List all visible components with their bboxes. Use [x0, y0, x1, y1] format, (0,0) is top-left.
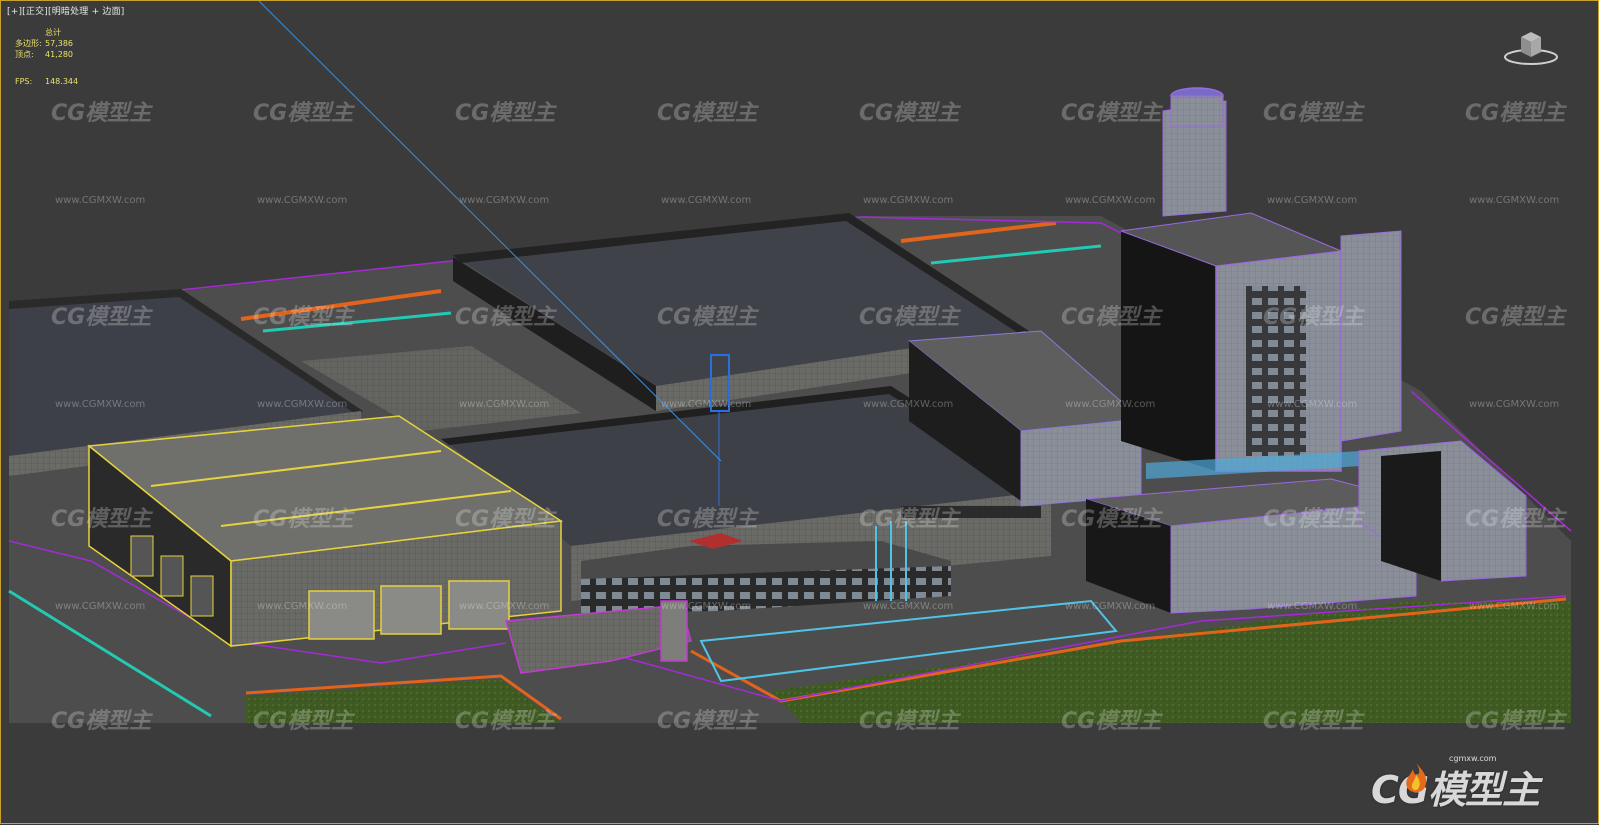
tower-main-side	[1121, 231, 1216, 471]
perspective-viewport[interactable]: CG模型主 CG模型主 CG模型主 CG模型主 CG模型主 CG模型主 CG模型…	[0, 0, 1599, 824]
watermark-logo: CG模型主	[1465, 507, 1566, 532]
watermark-logo: CG模型主	[1263, 305, 1364, 330]
tower-cap-body	[1170, 95, 1224, 127]
watermark-url: www.CGMXW.com	[661, 399, 752, 410]
watermark-logo: CG模型主	[51, 709, 152, 734]
watermark-logo: CG模型主	[455, 507, 556, 532]
watermark-url: www.CGMXW.com	[863, 601, 954, 612]
watermark-url: www.CGMXW.com	[459, 195, 550, 206]
watermark-url: www.CGMXW.com	[1065, 601, 1156, 612]
watermark-logo: CG模型主	[657, 305, 758, 330]
viewcube-icon[interactable]	[1503, 27, 1559, 67]
verts-value: 41,280	[45, 50, 73, 59]
watermark-url: www.CGMXW.com	[1065, 399, 1156, 410]
garage-door-1	[308, 590, 375, 640]
watermark-logo: CG模型主	[1061, 507, 1162, 532]
watermark-url: www.CGMXW.com	[1267, 601, 1358, 612]
watermark-logo: CG模型主	[253, 305, 354, 330]
watermark-url: www.CGMXW.com	[1267, 195, 1358, 206]
watermark-url: www.CGMXW.com	[257, 399, 348, 410]
garage-side-door-2	[160, 555, 184, 597]
watermark-logo: CG模型主	[1465, 101, 1566, 126]
brand-logo: cgmxw.com CG模型主	[1371, 749, 1571, 812]
watermark-logo: CG模型主	[859, 709, 960, 734]
watermark-logo: CG模型主	[1061, 709, 1162, 734]
watermark-logo: CG模型主	[1061, 305, 1162, 330]
watermark-logo: CG模型主	[657, 709, 758, 734]
watermark-logo: CG模型主	[51, 305, 152, 330]
watermark-logo: CG模型主	[859, 507, 960, 532]
watermark-url: www.CGMXW.com	[459, 601, 550, 612]
watermark-url: www.CGMXW.com	[55, 195, 146, 206]
viewport-label: [+][正交][明暗处理 + 边面]	[7, 4, 125, 17]
watermark-logo: CG模型主	[455, 101, 556, 126]
watermark-logo: CG模型主	[455, 709, 556, 734]
watermark-logo: CG模型主	[1263, 709, 1364, 734]
brand-mark: CG模型主	[1371, 768, 1540, 812]
watermark-logo: CG模型主	[51, 101, 152, 126]
polys-value: 57,386	[45, 39, 73, 48]
garage-side-door-1	[130, 535, 154, 577]
stats-title: 总计	[45, 28, 61, 37]
office-right-dark	[1381, 451, 1441, 581]
polys-label: 多边形:	[15, 39, 42, 48]
watermark-url: www.CGMXW.com	[1267, 399, 1358, 410]
watermark-logo: CG模型主	[657, 507, 758, 532]
watermark-url: www.CGMXW.com	[661, 195, 752, 206]
watermark-logo: CG模型主	[859, 305, 960, 330]
watermark-url: www.CGMXW.com	[459, 399, 550, 410]
garage-side-door-3	[190, 575, 214, 617]
watermark-url: www.CGMXW.com	[55, 399, 146, 410]
statistics-overlay: 总计 多边形: 57,386 顶点: 41,280	[15, 27, 73, 60]
fps-value: 148.344	[45, 77, 79, 86]
watermark-logo: CG模型主	[859, 101, 960, 126]
watermark-url: www.CGMXW.com	[1469, 195, 1560, 206]
verts-label: 顶点:	[15, 50, 34, 59]
watermark-logo: CG模型主	[253, 507, 354, 532]
watermark-url: www.CGMXW.com	[863, 195, 954, 206]
watermark-logo: CG模型主	[1465, 305, 1566, 330]
fps-label: FPS:	[15, 77, 33, 86]
watermark-logo: CG模型主	[1465, 709, 1566, 734]
fps-readout: FPS: 148.344	[15, 77, 78, 86]
flame-icon	[1406, 763, 1427, 793]
watermark-logo: CG模型主	[1263, 507, 1364, 532]
watermark-logo: CG模型主	[51, 507, 152, 532]
viewport-menu-plus[interactable]: [+]	[7, 7, 22, 17]
viewport-shading-menu[interactable]: [明暗处理 + 边面]	[48, 7, 125, 17]
watermark-logo: CG模型主	[657, 101, 758, 126]
garage-door-2	[380, 585, 442, 635]
watermark-url: www.CGMXW.com	[257, 601, 348, 612]
watermark-url: www.CGMXW.com	[661, 601, 752, 612]
watermark-url: www.CGMXW.com	[863, 399, 954, 410]
watermark-logo: CG模型主	[253, 101, 354, 126]
viewport-view-menu[interactable]: [正交]	[22, 7, 48, 17]
watermark-url: www.CGMXW.com	[1469, 399, 1560, 410]
watermark-url: www.CGMXW.com	[55, 601, 146, 612]
watermark-url: www.CGMXW.com	[257, 195, 348, 206]
watermark-logo: CG模型主	[1061, 101, 1162, 126]
watermark-url: www.CGMXW.com	[1469, 601, 1560, 612]
watermark-logo: CG模型主	[455, 305, 556, 330]
watermark-logo: CG模型主	[1263, 101, 1364, 126]
watermark-url: www.CGMXW.com	[1065, 195, 1156, 206]
watermark-logo: CG模型主	[253, 709, 354, 734]
